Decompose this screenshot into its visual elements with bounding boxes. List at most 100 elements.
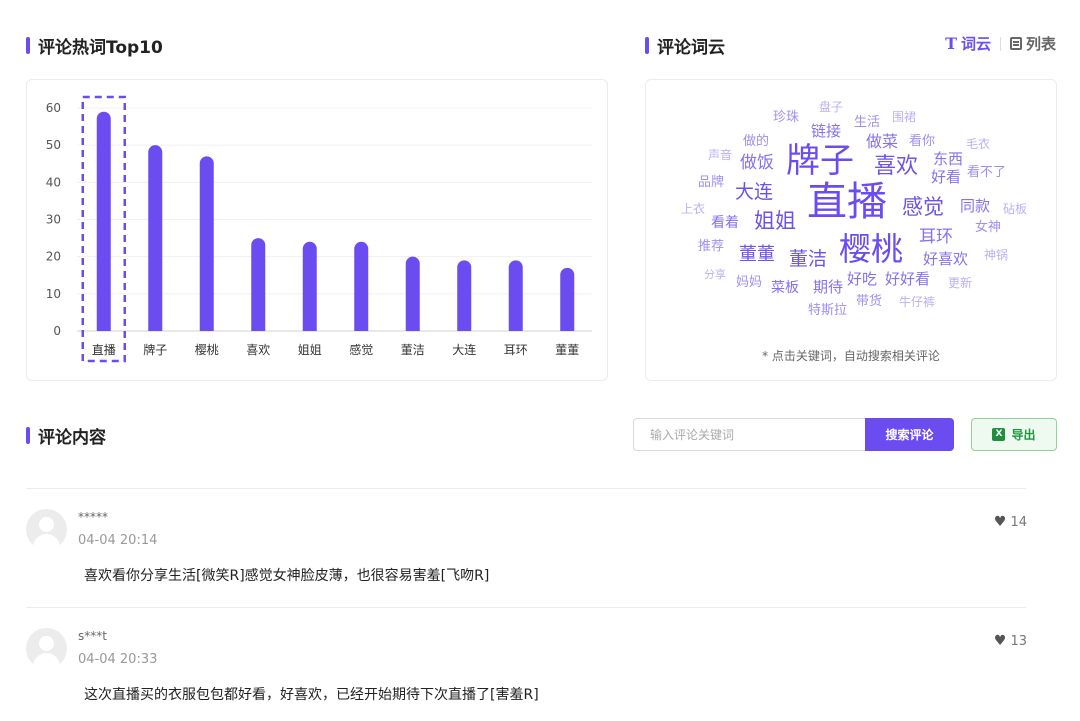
cloud-word[interactable]: 同款 [960,199,990,214]
cloud-word[interactable]: 耳环 [919,229,953,246]
cloud-word[interactable]: 上衣 [681,203,705,215]
cloud-word[interactable]: 品牌 [698,176,724,189]
bar-直播 [96,111,111,331]
cloud-word[interactable]: 喜欢 [874,156,918,178]
toggle-word-cloud-label: 词云 [960,35,991,53]
comment-time: 04-04 20:14 [78,533,158,548]
cloud-word[interactable]: 樱桃 [839,233,903,265]
toggle-list[interactable]: 列表 [1009,33,1056,54]
cloud-word[interactable]: 做饭 [740,155,774,172]
cloud-word[interactable]: 珍珠 [773,111,799,124]
bar-樱桃 [199,156,214,331]
cloud-word[interactable]: 东西 [933,152,963,167]
cloud-word[interactable]: 盘子 [819,101,843,113]
top10-chart-card: 0 10 20 30 40 50 60 直播 牌子 樱桃 喜欢 姐姐 感觉 董洁 大连 耳环 董董 [26,79,608,381]
cloud-word[interactable]: 女神 [975,221,1001,234]
x-tick-label: 董洁 [401,343,425,357]
comment-text: 这次直播买的衣服包包都好看，好喜欢，已经开始期待下次直播了[害羞R] [84,687,539,703]
cloud-word[interactable]: 砧板 [1003,203,1027,215]
comment-username: ***** [78,510,108,524]
toggle-separator [999,36,1001,51]
cloud-word[interactable]: 做菜 [866,134,898,150]
comment-text: 喜欢看你分享生活[微笑R]感觉女神脸皮薄，也很容易害羞[飞吻R] [84,568,490,584]
cloud-word[interactable]: 推荐 [698,240,724,253]
excel-icon: X [992,428,1006,441]
cloud-word[interactable]: 生活 [854,116,880,129]
top10-title: 评论热词Top10 [26,33,163,58]
cloud-word[interactable]: 做的 [743,135,769,148]
cloud-word[interactable]: 好看 [931,170,961,185]
bar-姐姐 [302,241,317,331]
list-icon [1009,37,1022,50]
cloud-title-text: 评论词云 [657,38,725,58]
x-tick-label: 大连 [452,342,476,357]
comment-item: ***** 04-04 20:14 喜欢看你分享生活[微笑R]感觉女神脸皮薄，也… [26,488,1031,606]
bar-董洁 [405,256,420,331]
bar-大连 [457,260,472,331]
y-tick-label: 0 [53,324,61,338]
cloud-word[interactable]: 妈妈 [736,276,762,289]
cloud-word[interactable]: 董董 [739,246,775,264]
comments-title: 评论内容 [26,423,106,448]
cloud-word[interactable]: 带货 [856,295,882,308]
cloud-word[interactable]: 姐姐 [754,211,796,232]
cloud-word[interactable]: 链接 [811,124,841,139]
y-tick-label: 40 [46,175,61,189]
y-tick-label: 10 [46,287,61,301]
cloud-word[interactable]: 看着 [711,216,739,230]
x-tick-label: 牌子 [143,343,167,357]
y-tick-label: 30 [46,213,61,227]
comments-title-text: 评论内容 [38,428,106,448]
avatar [26,509,67,550]
bar-耳环 [508,260,523,331]
word-cloud-card: 直播 牌子樱桃 喜欢感觉姐姐 大连董洁 董董 耳环 做饭 做菜好看好喜欢 东西 链接好吃 好好看期待… [645,79,1057,381]
title-accent-bar [645,37,649,54]
cloud-word[interactable]: 大连 [735,183,773,202]
comment-time: 04-04 20:33 [78,652,158,667]
bar-感觉 [354,241,369,331]
x-tick-label: 董董 [555,343,579,357]
y-tick-label: 60 [46,101,61,115]
cloud-word[interactable]: 声音 [708,149,732,161]
cloud-word[interactable]: 牌子 [786,144,854,178]
cloud-word[interactable]: 菜板 [771,281,799,295]
cloud-word[interactable]: 感觉 [902,197,944,218]
cloud-word[interactable]: 期待 [813,280,843,295]
comment-search-input[interactable] [633,418,865,451]
heart-icon: ♥ [993,514,1007,530]
cloud-word[interactable]: 看你 [909,135,935,148]
cloud-word[interactable]: 毛衣 [966,138,990,150]
cloud-word[interactable]: 好好看 [885,272,930,287]
comment-username: s***t [78,629,107,643]
x-tick-label: 姐姐 [298,343,322,357]
comment-like-count: 13 [1010,633,1027,649]
avatar [26,628,67,669]
heart-icon: ♥ [993,633,1007,649]
cloud-word[interactable]: 更新 [948,277,972,289]
cloud-word[interactable]: 特斯拉 [808,304,847,317]
cloud-title: 评论词云 [645,33,725,58]
export-button[interactable]: X 导出 [971,418,1057,451]
cloud-word[interactable]: 神锅 [984,249,1008,261]
cloud-word[interactable]: 好喜欢 [923,252,968,267]
title-accent-bar [26,37,30,54]
cloud-word[interactable]: 围裙 [892,111,916,123]
comment-item: s***t 04-04 20:33 这次直播买的衣服包包都好看，好喜欢，已经开始… [26,607,1031,721]
cloud-word[interactable]: 直播 [807,182,887,222]
cloud-word[interactable]: 分享 [704,269,726,280]
bar-牌子 [148,145,163,331]
cloud-word[interactable]: 董洁 [789,250,827,269]
cloud-word[interactable]: 好吃 [847,272,877,287]
comment-like-count: 14 [1010,514,1027,530]
cloud-word[interactable]: 看不了 [967,166,1006,179]
search-comments-button[interactable]: 搜索评论 [865,418,954,451]
cloud-word[interactable]: 牛仔裤 [899,296,935,308]
comment-likes[interactable]: ♥ 14 [994,514,1027,530]
bar-董董 [560,267,575,331]
comment-likes[interactable]: ♥ 13 [994,633,1027,649]
text-t-icon: T [945,34,957,53]
toggle-word-cloud[interactable]: T 词云 [945,33,991,54]
top10-bar-chart: 0 10 20 30 40 50 60 直播 牌子 樱桃 喜欢 姐姐 感觉 董洁 大连 耳环 董董 [46,95,592,363]
toggle-list-label: 列表 [1025,35,1056,53]
title-accent-bar [26,427,30,444]
